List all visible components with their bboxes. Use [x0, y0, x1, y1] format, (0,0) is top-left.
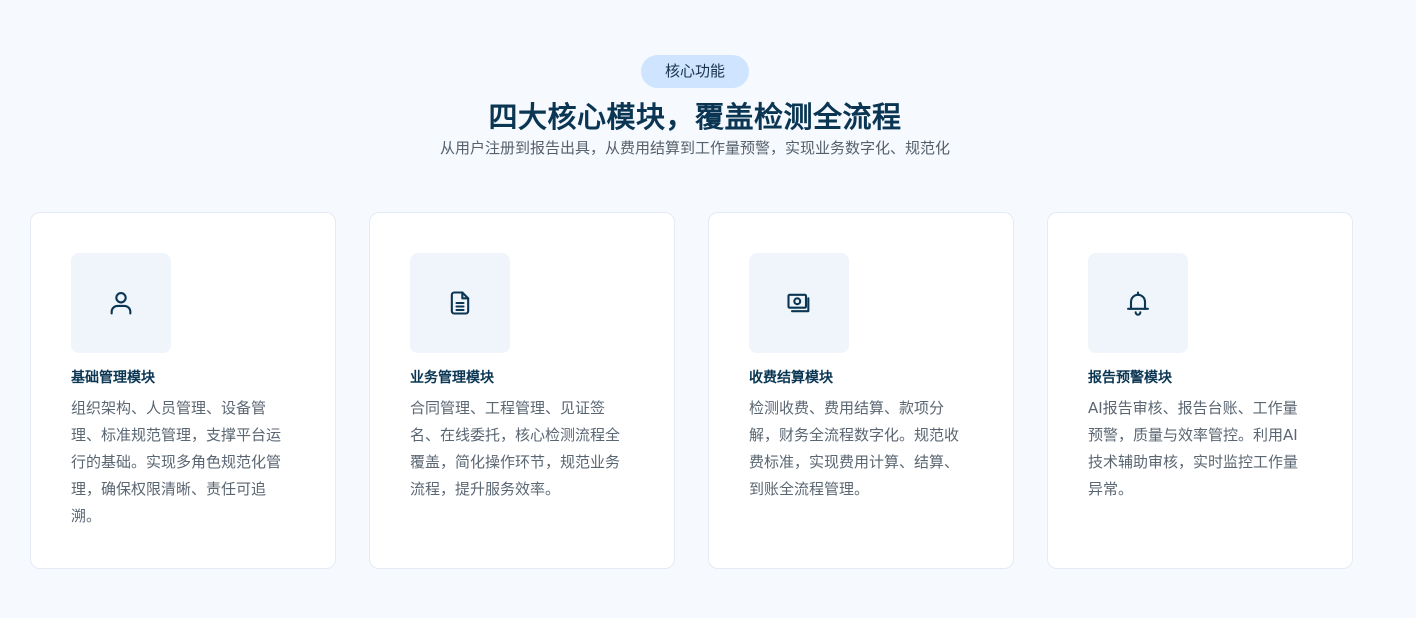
module-cards: 基础管理模块 组织架构、人员管理、设备管理、标准规范管理，支撑平台运行的基础。实… — [30, 212, 1353, 569]
module-card-billing: 收费结算模块 检测收费、费用结算、款项分解，财务全流程数字化。规范收费标准，实现… — [708, 212, 1014, 569]
core-features-section: 核心功能 四大核心模块，覆盖检测全流程 从用户注册到报告出具，从费用结算到工作量… — [0, 0, 1416, 618]
module-title: 基础管理模块 — [71, 370, 155, 386]
module-title: 业务管理模块 — [410, 370, 494, 386]
module-description: 组织架构、人员管理、设备管理、标准规范管理，支撑平台运行的基础。实现多角色规范化… — [71, 399, 282, 525]
module-icon-box — [749, 253, 849, 353]
module-card-report: 报告预警模块 AI报告审核、报告台账、工作量预警，质量与效率管控。利用AI技术辅… — [1047, 212, 1353, 569]
module-card-business: 业务管理模块 合同管理、工程管理、见证签名、在线委托，核心检测流程全覆盖，简化操… — [369, 212, 675, 569]
document-icon — [450, 291, 470, 315]
user-icon — [110, 292, 132, 315]
module-icon-box — [71, 253, 171, 353]
module-title: 收费结算模块 — [749, 370, 833, 386]
module-card-basic: 基础管理模块 组织架构、人员管理、设备管理、标准规范管理，支撑平台运行的基础。实… — [30, 212, 336, 569]
section-title: 四大核心模块，覆盖检测全流程 — [488, 100, 902, 134]
section-badge: 核心功能 — [640, 55, 749, 88]
section-subtitle: 从用户注册到报告出具，从费用结算到工作量预警，实现业务数字化、规范化 — [439, 139, 950, 157]
section-header: 核心功能 四大核心模块，覆盖检测全流程 从用户注册到报告出具，从费用结算到工作量… — [0, 55, 1390, 159]
module-icon-box — [410, 253, 510, 353]
module-description: 检测收费、费用结算、款项分解，财务全流程数字化。规范收费标准，实现费用计算、结算… — [749, 399, 960, 498]
module-title: 报告预警模块 — [1088, 370, 1172, 386]
module-icon-box — [1088, 253, 1188, 353]
money-icon — [787, 293, 810, 313]
module-description: 合同管理、工程管理、见证签名、在线委托，核心检测流程全覆盖，简化操作环节，规范业… — [410, 399, 621, 498]
bell-icon — [1127, 291, 1149, 316]
module-description: AI报告审核、报告台账、工作量预警，质量与效率管控。利用AI技术辅助审核，实时监… — [1088, 399, 1299, 498]
